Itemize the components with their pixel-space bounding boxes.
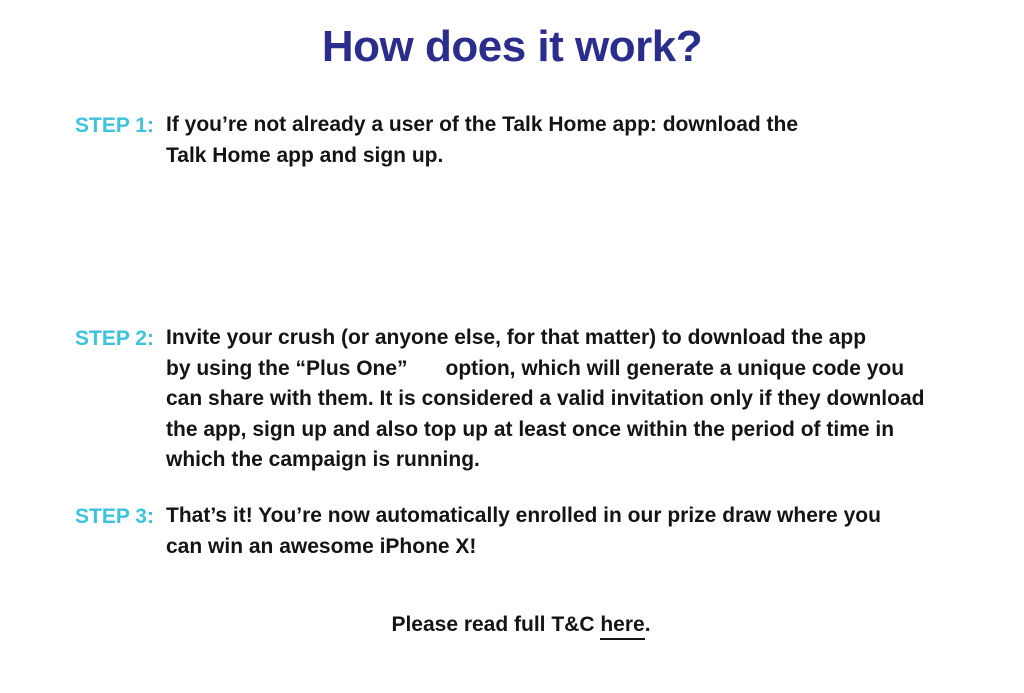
step-2-line: by using the “Plus One” option, which wil… bbox=[166, 354, 924, 385]
step-3-line: can win an awesome iPhone X! bbox=[166, 534, 477, 558]
step-1-label: STEP 1: bbox=[75, 114, 154, 137]
step-1-line: Talk Home app and sign up. bbox=[166, 143, 444, 167]
terms-prefix: Please read full T&C bbox=[391, 613, 601, 636]
step-3-text: That’s it! You’re now automatically enro… bbox=[166, 501, 881, 562]
step-3-label: STEP 3: bbox=[75, 505, 154, 528]
step-2-line-part: option, which will generate a unique cod… bbox=[445, 356, 905, 380]
page-title: How does it work? bbox=[321, 22, 703, 71]
terms-suffix: . bbox=[644, 613, 651, 636]
step-3-line: That’s it! You’re now automatically enro… bbox=[166, 504, 881, 527]
step-1-text: If you’re not already a user of the Talk… bbox=[166, 110, 798, 171]
step-2-text: Invite your crush (or anyone else, for t… bbox=[166, 323, 924, 476]
step-2-line-part: by using the “Plus One” bbox=[166, 356, 408, 380]
step-1-line: If you’re not already a user of the Talk… bbox=[166, 113, 799, 136]
terms-notice: Please read full T&C here. bbox=[0, 613, 1024, 640]
step-2-label: STEP 2: bbox=[75, 327, 154, 350]
step-2-line: Invite your crush (or anyone else, for t… bbox=[166, 326, 867, 349]
step-2-line: can share with them. It is considered a … bbox=[166, 387, 925, 410]
step-2-line: which the campaign is running. bbox=[166, 448, 480, 471]
terms-link[interactable]: here bbox=[600, 613, 645, 640]
step-2-line: the app, sign up and also top up at leas… bbox=[166, 417, 895, 441]
